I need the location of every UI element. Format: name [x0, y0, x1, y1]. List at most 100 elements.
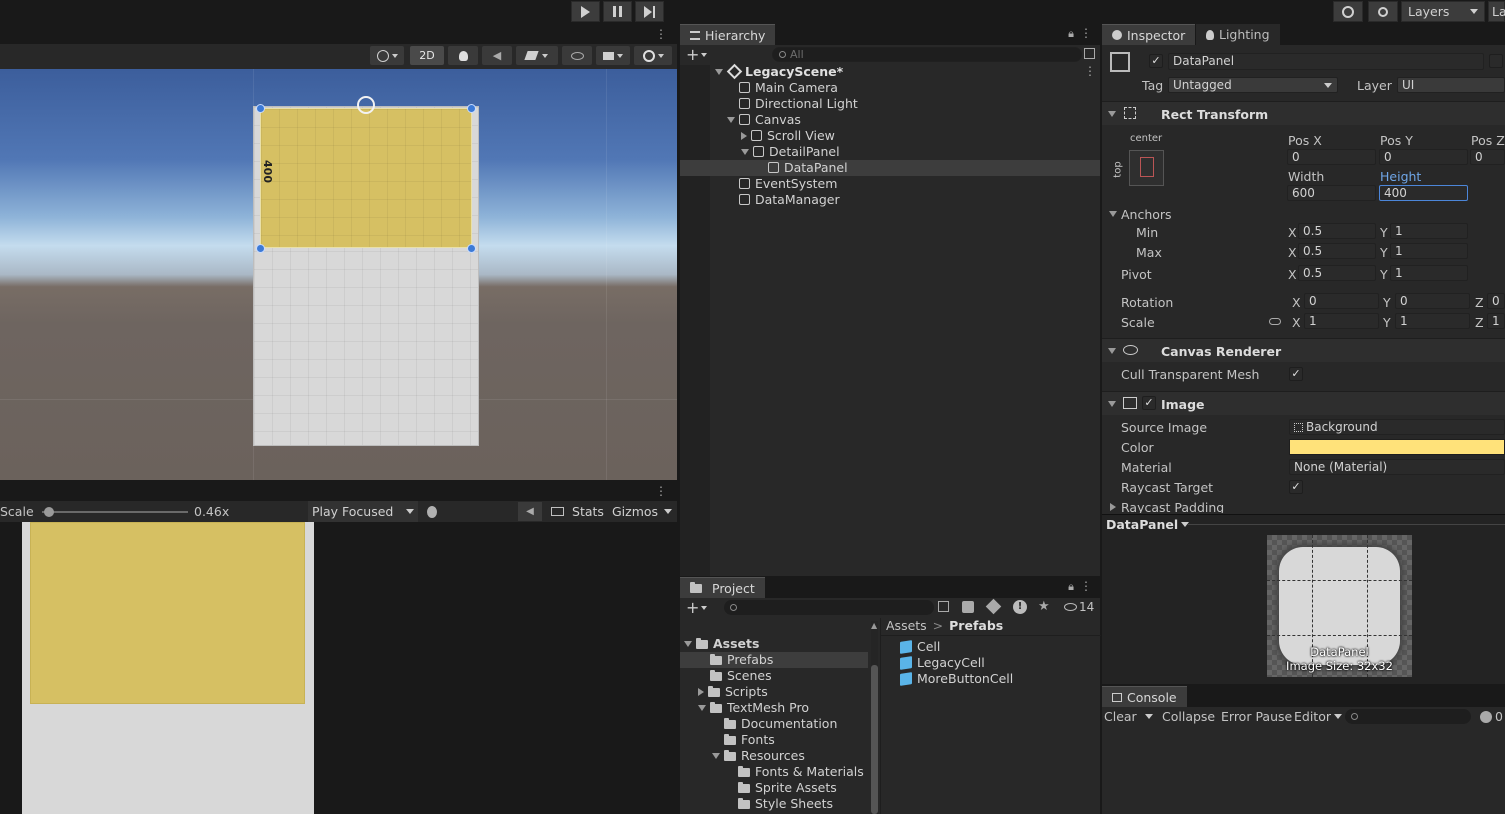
filter-type-icon[interactable]: [962, 601, 974, 613]
anchor-preset-button[interactable]: [1129, 150, 1164, 186]
info-count-toggle[interactable]: 0: [1480, 709, 1503, 724]
pivot-x-field[interactable]: 0.5: [1298, 265, 1376, 281]
collapse-toggle[interactable]: Collapse: [1162, 709, 1215, 724]
tag-icon[interactable]: [985, 598, 1002, 615]
play-button[interactable]: [571, 1, 600, 22]
more-options-icon[interactable]: ⋮: [655, 484, 667, 498]
hierarchy-search-input[interactable]: All: [772, 47, 1082, 62]
camera-dropdown[interactable]: [596, 46, 630, 65]
tab-project[interactable]: Project: [680, 577, 765, 598]
more-options-icon[interactable]: ⋮: [1080, 579, 1092, 593]
scene-more-icon[interactable]: ⋮: [1084, 64, 1096, 78]
tree-item[interactable]: Fonts & Materials: [738, 764, 864, 780]
star-icon[interactable]: ★: [1038, 599, 1050, 614]
cull-mesh-checkbox[interactable]: ✓: [1289, 367, 1303, 381]
create-button[interactable]: +: [686, 599, 712, 616]
hierarchy-item[interactable]: DataManager: [739, 192, 840, 208]
tree-item[interactable]: TextMesh Pro: [698, 700, 809, 716]
bug-toggle[interactable]: [420, 502, 444, 521]
project-search-input[interactable]: [724, 600, 934, 615]
material-field[interactable]: None (Material): [1289, 459, 1505, 475]
chevron-right-icon[interactable]: [1110, 503, 1116, 511]
scale-x-field[interactable]: 1: [1304, 313, 1379, 329]
image-enabled-checkbox[interactable]: ✓: [1142, 396, 1156, 410]
corner-handle[interactable]: [256, 244, 265, 253]
gizmos-dropdown[interactable]: [634, 46, 672, 65]
hierarchy-item[interactable]: DetailPanel: [741, 144, 840, 160]
draw-mode-dropdown[interactable]: [370, 46, 404, 65]
hidden-packages-toggle[interactable]: 14: [1064, 600, 1094, 614]
pos-z-field[interactable]: 0: [1470, 149, 1505, 165]
lock-icon[interactable]: 🔒︎: [1068, 27, 1074, 41]
prefab-item[interactable]: Cell: [900, 639, 940, 655]
tree-item[interactable]: Resources: [712, 748, 805, 764]
scene-canvas[interactable]: 400: [0, 69, 677, 480]
mute-toggle[interactable]: ◀: [518, 502, 542, 521]
hierarchy-item[interactable]: EventSystem: [739, 176, 837, 192]
corner-handle[interactable]: [467, 104, 476, 113]
scene-row[interactable]: LegacyScene*: [715, 63, 843, 80]
hierarchy-item[interactable]: Main Camera: [739, 80, 838, 96]
scene-search-icon[interactable]: [938, 601, 949, 612]
scale-y-field[interactable]: 1: [1395, 313, 1470, 329]
color-field[interactable]: [1289, 439, 1505, 455]
tree-item[interactable]: Documentation: [724, 716, 837, 732]
scale-slider[interactable]: [42, 507, 188, 517]
breadcrumb-current[interactable]: Prefabs: [949, 618, 1003, 633]
canvas-renderer-header[interactable]: Canvas Renderer: [1102, 338, 1505, 362]
tree-item-selected[interactable]: Prefabs: [710, 652, 773, 668]
rotation-z-field[interactable]: 0: [1487, 293, 1505, 309]
tree-scrollbar[interactable]: ▲: [871, 621, 878, 814]
prefab-item[interactable]: LegacyCell: [900, 655, 985, 671]
keyboard-toggle[interactable]: [545, 502, 569, 521]
source-image-field[interactable]: Background: [1289, 419, 1505, 435]
anchor-pivot-icon[interactable]: [357, 96, 375, 114]
tree-item[interactable]: Scripts: [698, 684, 768, 700]
height-field[interactable]: 400: [1379, 185, 1468, 201]
clear-button[interactable]: Clear: [1104, 709, 1153, 724]
tree-item[interactable]: Assets: [684, 636, 759, 652]
lighting-toggle[interactable]: [448, 46, 478, 65]
tag-dropdown[interactable]: Untagged: [1168, 77, 1338, 93]
tree-item[interactable]: Scenes: [710, 668, 772, 684]
layout-dropdown[interactable]: La: [1488, 1, 1505, 22]
tab-inspector[interactable]: Inspector: [1102, 24, 1196, 45]
rect-transform-header[interactable]: Rect Transform: [1102, 101, 1505, 125]
step-button[interactable]: [635, 1, 664, 22]
rotation-y-field[interactable]: 0: [1395, 293, 1470, 309]
chevron-down-icon[interactable]: [1109, 211, 1117, 217]
scene-search-icon[interactable]: [1084, 48, 1095, 59]
tree-item[interactable]: Sprite Assets: [738, 780, 837, 796]
play-mode-dropdown[interactable]: Play Focused: [308, 501, 418, 522]
scale-z-field[interactable]: 1: [1487, 313, 1505, 329]
pos-y-field[interactable]: 0: [1379, 149, 1468, 165]
anchor-max-y-field[interactable]: 1: [1390, 243, 1468, 259]
console-search-input[interactable]: [1345, 709, 1471, 724]
active-checkbox[interactable]: ✓: [1149, 54, 1163, 68]
gizmos-button[interactable]: Gizmos: [609, 502, 675, 521]
anchor-min-y-field[interactable]: 1: [1390, 223, 1468, 239]
data-panel-rect[interactable]: [260, 108, 472, 248]
pos-x-field[interactable]: 0: [1287, 149, 1376, 165]
warning-icon[interactable]: !: [1013, 600, 1027, 614]
corner-handle[interactable]: [467, 244, 476, 253]
more-options-icon[interactable]: ⋮: [655, 27, 667, 41]
editor-dropdown[interactable]: Editor: [1294, 709, 1342, 724]
pivot-y-field[interactable]: 1: [1390, 265, 1468, 281]
object-name-field[interactable]: DataPanel: [1168, 53, 1484, 70]
link-icon[interactable]: [1269, 318, 1281, 325]
stats-button[interactable]: Stats: [571, 502, 605, 521]
corner-handle[interactable]: [256, 104, 265, 113]
preview-title-dropdown[interactable]: DataPanel: [1106, 517, 1190, 532]
raycast-target-checkbox[interactable]: ✓: [1289, 480, 1303, 494]
tab-console[interactable]: Console: [1102, 686, 1187, 707]
tab-hierarchy[interactable]: Hierarchy: [680, 24, 776, 45]
layers-dropdown[interactable]: Layers: [1401, 1, 1485, 22]
static-checkbox[interactable]: [1489, 54, 1503, 68]
pause-button[interactable]: [603, 1, 632, 22]
width-field[interactable]: 600: [1287, 185, 1376, 201]
rotation-x-field[interactable]: 0: [1304, 293, 1379, 309]
more-options-icon[interactable]: ⋮: [1080, 26, 1092, 40]
tree-item[interactable]: Fonts: [724, 732, 775, 748]
breadcrumb-root[interactable]: Assets: [886, 618, 927, 633]
